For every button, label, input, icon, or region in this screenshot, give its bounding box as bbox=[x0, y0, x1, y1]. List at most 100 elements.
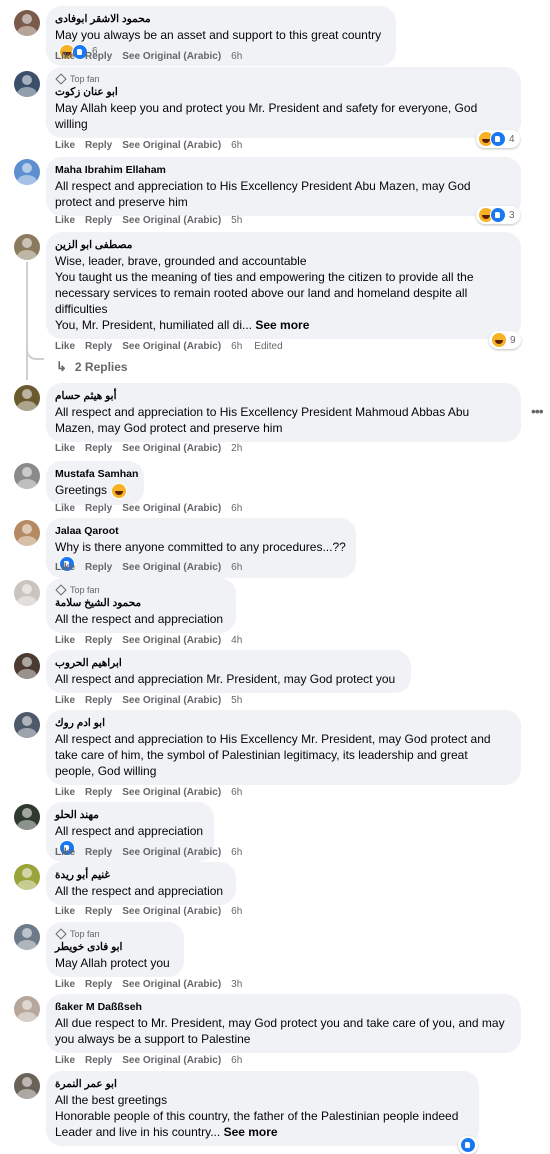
like-button[interactable]: Like bbox=[55, 847, 75, 858]
see-original-button[interactable]: See Original (Arabic) bbox=[122, 140, 221, 151]
avatar[interactable] bbox=[14, 385, 40, 411]
reaction-summary[interactable]: 3 bbox=[476, 206, 520, 224]
like-button[interactable]: Like bbox=[55, 140, 75, 151]
view-replies-link[interactable]: ↳ 2 Replies bbox=[56, 359, 128, 375]
comment-author[interactable]: ابو عمر النمرة bbox=[55, 1077, 469, 1092]
comment-author[interactable]: مهند الحلو bbox=[55, 808, 204, 823]
reaction-summary[interactable]: 4 bbox=[476, 130, 520, 148]
avatar[interactable] bbox=[14, 653, 40, 679]
see-original-button[interactable]: See Original (Arabic) bbox=[122, 787, 221, 798]
reply-button[interactable]: Reply bbox=[85, 979, 112, 990]
comment-timestamp[interactable]: 6h bbox=[231, 140, 242, 151]
like-button[interactable]: Like bbox=[55, 51, 75, 62]
comment-timestamp[interactable]: 5h bbox=[231, 215, 242, 226]
reaction-summary[interactable] bbox=[111, 482, 128, 499]
see-original-button[interactable]: See Original (Arabic) bbox=[122, 847, 221, 858]
comment-author[interactable]: مصطفى ابو الزين bbox=[55, 238, 511, 253]
comment-author[interactable]: Maha Ibrahim Ellaham bbox=[55, 163, 511, 178]
avatar[interactable] bbox=[14, 1073, 40, 1099]
comment-author[interactable]: غنيم أبو ريدة bbox=[55, 868, 226, 883]
avatar[interactable] bbox=[14, 804, 40, 830]
see-original-button[interactable]: See Original (Arabic) bbox=[122, 635, 221, 646]
avatar[interactable] bbox=[14, 996, 40, 1022]
reply-button[interactable]: Reply bbox=[85, 503, 112, 514]
comment-timestamp[interactable]: 5h bbox=[231, 695, 242, 706]
comment-author[interactable]: ابراهيم الحروب bbox=[55, 656, 401, 671]
like-button[interactable]: Like bbox=[55, 215, 75, 226]
like-button[interactable]: Like bbox=[55, 503, 75, 514]
see-original-button[interactable]: See Original (Arabic) bbox=[122, 562, 221, 573]
see-more-link[interactable]: See more bbox=[255, 318, 309, 332]
comment-timestamp[interactable]: 6h bbox=[231, 847, 242, 858]
comment-author[interactable]: محمود الاشقر ابوفادى bbox=[55, 12, 386, 27]
avatar[interactable] bbox=[14, 864, 40, 890]
reply-button[interactable]: Reply bbox=[85, 635, 112, 646]
comment-timestamp[interactable]: 6h bbox=[231, 503, 242, 514]
avatar[interactable] bbox=[14, 463, 40, 489]
comment-author[interactable]: أبو هيثم حسام bbox=[55, 389, 511, 404]
reply-button[interactable]: Reply bbox=[85, 787, 112, 798]
reaction-summary[interactable]: 9 bbox=[489, 331, 521, 349]
reply-button[interactable]: Reply bbox=[85, 51, 112, 62]
reply-button[interactable]: Reply bbox=[85, 906, 112, 917]
comment-bubble: ابراهيم الحروب All respect and appreciati… bbox=[46, 650, 411, 693]
avatar[interactable] bbox=[14, 924, 40, 950]
comment-author[interactable]: ابو عنان زكوت bbox=[55, 85, 511, 100]
comment-timestamp[interactable]: 6h bbox=[231, 562, 242, 573]
see-more-link[interactable]: See more bbox=[224, 1125, 278, 1139]
comment-timestamp[interactable]: 6h bbox=[231, 787, 242, 798]
reply-button[interactable]: Reply bbox=[85, 140, 112, 151]
comment-author[interactable]: ßaker M Daßßseh bbox=[55, 1000, 511, 1015]
see-original-button[interactable]: See Original (Arabic) bbox=[122, 215, 221, 226]
like-button[interactable]: Like bbox=[55, 443, 75, 454]
avatar[interactable] bbox=[14, 71, 40, 97]
like-button[interactable]: Like bbox=[55, 906, 75, 917]
comment-author[interactable]: Mustafa Samhan bbox=[55, 467, 138, 482]
comment-author[interactable]: Jalaa Qaroot bbox=[55, 524, 346, 539]
like-button[interactable]: Like bbox=[55, 562, 75, 573]
reply-button[interactable]: Reply bbox=[85, 341, 112, 352]
comment-timestamp[interactable]: 3h bbox=[231, 979, 242, 990]
reply-button[interactable]: Reply bbox=[85, 1055, 112, 1066]
like-button[interactable]: Like bbox=[55, 1055, 75, 1066]
see-original-button[interactable]: See Original (Arabic) bbox=[122, 503, 221, 514]
like-button[interactable]: Like bbox=[55, 787, 75, 798]
see-original-button[interactable]: See Original (Arabic) bbox=[122, 695, 221, 706]
see-original-button[interactable]: See Original (Arabic) bbox=[122, 443, 221, 454]
like-button[interactable]: Like bbox=[55, 341, 75, 352]
avatar[interactable] bbox=[14, 159, 40, 185]
reply-button[interactable]: Reply bbox=[85, 215, 112, 226]
see-original-button[interactable]: See Original (Arabic) bbox=[122, 906, 221, 917]
reaction-summary[interactable] bbox=[458, 1136, 478, 1154]
see-original-button[interactable]: See Original (Arabic) bbox=[122, 1055, 221, 1066]
reaction-count: 3 bbox=[509, 209, 515, 221]
comment-author[interactable]: محمود الشيخ سلامة bbox=[55, 596, 226, 611]
comment-timestamp[interactable]: 6h bbox=[231, 906, 242, 917]
comment-text-content: you always be a support to Palestine bbox=[55, 1032, 251, 1046]
more-options-icon[interactable]: ••• bbox=[531, 403, 544, 419]
see-original-button[interactable]: See Original (Arabic) bbox=[122, 979, 221, 990]
see-original-button[interactable]: See Original (Arabic) bbox=[122, 341, 221, 352]
like-button[interactable]: Like bbox=[55, 979, 75, 990]
comment-bubble: Top fan ابو فادى خويطر May Allah protect y… bbox=[46, 922, 184, 977]
comment-timestamp[interactable]: 6h bbox=[231, 1055, 242, 1066]
avatar[interactable] bbox=[14, 10, 40, 36]
comment-timestamp[interactable]: 2h bbox=[231, 443, 242, 454]
comment-author[interactable]: ابو فادى خويطر bbox=[55, 940, 174, 955]
like-button[interactable]: Like bbox=[55, 695, 75, 706]
reply-button[interactable]: Reply bbox=[85, 695, 112, 706]
avatar[interactable] bbox=[14, 712, 40, 738]
comment-timestamp[interactable]: 6h bbox=[231, 341, 242, 352]
comment-timestamp[interactable]: 6h bbox=[231, 51, 242, 62]
reply-button[interactable]: Reply bbox=[85, 562, 112, 573]
reply-button[interactable]: Reply bbox=[85, 443, 112, 454]
comment-text-line: Leader and live in his country... See mo… bbox=[55, 1124, 469, 1140]
see-original-button[interactable]: See Original (Arabic) bbox=[122, 51, 221, 62]
avatar[interactable] bbox=[14, 234, 40, 260]
like-button[interactable]: Like bbox=[55, 635, 75, 646]
comment-timestamp[interactable]: 4h bbox=[231, 635, 242, 646]
avatar[interactable] bbox=[14, 520, 40, 546]
reply-button[interactable]: Reply bbox=[85, 847, 112, 858]
comment-author[interactable]: ابو ادم روك bbox=[55, 716, 511, 731]
avatar[interactable] bbox=[14, 580, 40, 606]
